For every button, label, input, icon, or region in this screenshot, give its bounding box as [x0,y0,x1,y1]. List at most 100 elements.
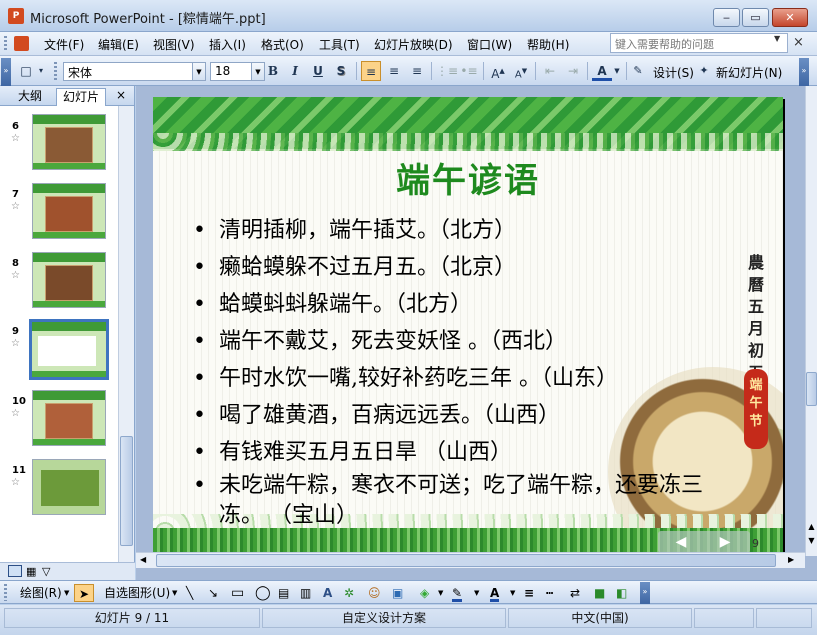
toolbar-overflow-right[interactable]: » [799,58,809,86]
next-arrow-icon[interactable]: ▶ [710,533,740,551]
menu-window[interactable]: 窗口(W) [467,36,512,53]
wordart-icon[interactable]: A [323,584,332,602]
line-color-icon[interactable]: ✎ [452,584,463,602]
next-slide-icon[interactable]: ▼ [806,536,817,545]
align-right-icon[interactable]: ≡ [407,61,427,81]
scroll-right-icon[interactable]: ▶ [788,555,794,564]
doc-icon[interactable] [14,36,29,51]
design-icon[interactable]: ✎ [630,61,646,81]
tab-slides[interactable]: 幻灯片 [56,88,107,106]
autoshapes-menu-button[interactable]: 自选图形(U) [104,584,170,602]
font-color-icon[interactable]: A [592,61,612,81]
arrow-icon[interactable]: ↘ [208,584,218,602]
align-left-icon[interactable]: ≡ [361,61,381,81]
italic-button[interactable]: I [285,61,305,81]
slide-thumbnail-8[interactable] [32,252,106,308]
diagram-icon[interactable]: ✲ [344,584,354,602]
toolbar-grip-2[interactable] [54,62,57,80]
new-slide-button[interactable]: 新幻灯片(N) [716,64,782,81]
menu-slideshow[interactable]: 幻灯片放映(D) [374,36,453,53]
slide-thumbnail-6[interactable] [32,114,106,170]
vertical-textbox-icon[interactable]: ▥ [300,584,311,602]
font-color-draw-arrow-icon[interactable]: ▼ [510,584,515,602]
slide-thumbnail-10[interactable] [32,390,106,446]
menu-edit[interactable]: 编辑(E) [98,36,139,53]
bullet-list[interactable]: 清明插柳，端午插艾。（北方） 癞蛤蟆躲不过五月五。（北京） 蛤蟆蚪蚪躲端午。（北… [193,212,753,531]
3d-style-icon[interactable]: ◧ [616,584,627,602]
font-name-dropdown[interactable]: ▼ [193,62,206,81]
document-close-button[interactable]: × [793,35,804,50]
arrow-style-icon[interactable]: ⇄ [570,584,580,602]
line-color-arrow-icon[interactable]: ▼ [474,584,479,602]
decrease-font-icon[interactable]: A▼ [511,61,531,81]
font-color-dropdown[interactable]: ▼ [612,61,622,81]
fill-color-arrow-icon[interactable]: ▼ [438,584,443,602]
textbox-icon[interactable]: ▤ [278,584,289,602]
menu-format[interactable]: 格式(O) [261,36,304,53]
rectangle-icon[interactable]: ▭ [231,584,244,602]
scrollbar-thumb[interactable] [120,436,133,546]
close-button[interactable]: ✕ [772,8,808,27]
picture-icon[interactable]: ▣ [392,584,403,602]
slide-thumbnail-7[interactable] [32,183,106,239]
line-style-icon[interactable]: ≡ [524,584,534,602]
slide-sorter-icon[interactable]: ▦ [26,565,36,578]
toolbar-overflow-left[interactable]: » [1,58,11,86]
numbering-icon[interactable]: ⋮≡ [436,61,458,81]
restore-button[interactable]: ▭ [742,8,769,27]
menubar-grip[interactable] [4,36,7,52]
decrease-indent-icon[interactable]: ⇤ [540,61,560,81]
select-pointer-icon[interactable]: ➤ [74,584,94,602]
font-size-field[interactable]: 18 [210,62,252,81]
menu-tools[interactable]: 工具(T) [319,36,360,53]
dash-style-icon[interactable]: ┅ [546,584,553,602]
underline-button[interactable]: U [308,61,328,81]
help-search-input[interactable]: 键入需要帮助的问题 [610,33,788,53]
slide-canvas[interactable]: 端午谚语 清明插柳，端午插艾。（北方） 癞蛤蟆躲不过五月五。（北京） 蛤蟆蚪蚪躲… [153,97,783,556]
menu-view[interactable]: 视图(V) [153,36,195,53]
drawbar-overflow[interactable]: » [640,582,650,604]
design-button[interactable]: 设计(S) [653,64,694,81]
font-name-field[interactable]: 宋体 [63,62,193,81]
draw-menu-arrow-icon[interactable]: ▼ [64,584,69,602]
clipart-icon[interactable]: ☺ [368,584,381,602]
powerpoint-icon[interactable]: P [8,8,24,24]
new-document-icon[interactable]: □ [16,61,36,81]
pane-close-button[interactable]: × [116,88,126,102]
scrollbar-thumb[interactable] [156,554,776,567]
slide-vertical-scrollbar[interactable]: ▲ ▼ [805,86,817,556]
autoshapes-arrow-icon[interactable]: ▼ [172,584,177,602]
slideshow-view-icon[interactable]: ▽ [42,565,50,578]
draw-menu-button[interactable]: 绘图(R) [20,584,62,602]
chevron-down-icon[interactable]: ▼ [774,34,780,43]
minimize-button[interactable]: ‒ [713,8,740,27]
menu-help[interactable]: 帮助(H) [527,36,569,53]
slide-title[interactable]: 端午谚语 [153,153,783,202]
line-icon[interactable]: ╲ [186,584,193,602]
toolbar-options-icon[interactable]: ▾ [36,61,46,81]
thumbnail-scrollbar[interactable] [118,106,134,562]
prev-arrow-icon[interactable]: ◀ [666,533,696,551]
slide-horizontal-scrollbar[interactable]: ◀ ▶ [136,552,805,568]
scroll-left-icon[interactable]: ◀ [140,555,146,564]
new-slide-icon[interactable]: ✦ [696,61,712,81]
shadow-style-icon[interactable]: ■ [594,584,605,602]
slide-thumbnail-11[interactable] [32,459,106,515]
drawbar-grip[interactable] [4,584,7,601]
font-color-draw-icon[interactable]: A [490,584,500,602]
bold-button[interactable]: B [263,61,283,81]
oval-icon[interactable]: ◯ [255,584,271,602]
prev-slide-icon[interactable]: ▲ [806,522,817,531]
menu-insert[interactable]: 插入(I) [209,36,246,53]
tab-outline[interactable]: 大纲 [12,88,48,106]
increase-indent-icon[interactable]: ⇥ [563,61,583,81]
increase-font-icon[interactable]: A▲ [488,61,508,81]
align-center-icon[interactable]: ≡ [384,61,404,81]
slide-thumbnail-9[interactable] [29,319,109,380]
normal-view-icon[interactable] [8,565,22,577]
menu-file[interactable]: 文件(F) [44,36,84,53]
fill-color-icon[interactable]: ◈ [420,584,429,602]
bullets-icon[interactable]: •≡ [459,61,479,81]
shadow-button[interactable]: S [331,61,351,81]
scrollbar-thumb[interactable] [806,372,817,406]
